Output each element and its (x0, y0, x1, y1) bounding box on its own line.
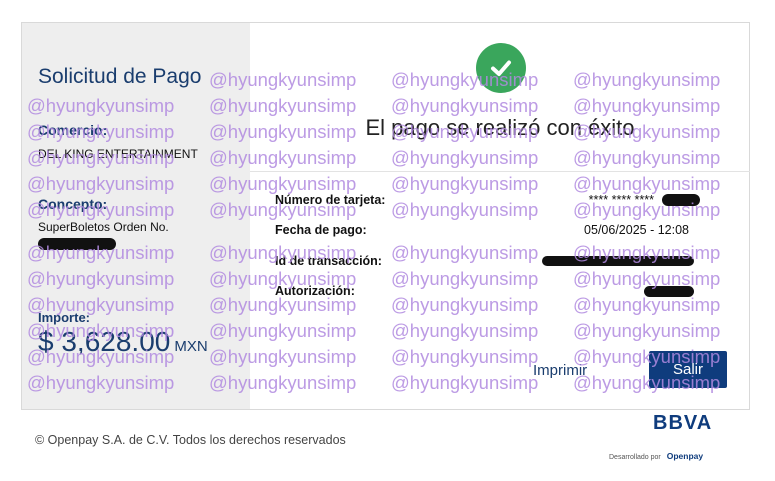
developed-by-label: Desarrollado por (609, 454, 661, 461)
authorization-label: Autorización: (275, 284, 355, 298)
redacted-transaction-id (542, 256, 694, 266)
exit-button[interactable]: Salir (649, 351, 727, 388)
redacted-order-number (38, 238, 116, 250)
print-button[interactable]: Imprimir (533, 362, 587, 379)
amount-display: $ 3,628.00 MXN (38, 326, 208, 358)
transaction-id-label: Id de transacción: (275, 254, 382, 268)
payment-card: Solicitud de Pago Comercio: DEL KING ENT… (21, 22, 750, 410)
payment-date-label: Fecha de pago: (275, 223, 367, 237)
bbva-logo: BBVA (653, 412, 713, 434)
copyright-text: © Openpay S.A. de C.V. Todos los derecho… (35, 433, 346, 447)
amount-label: Importe: (38, 310, 90, 325)
card-number-value: **** **** **** (588, 193, 654, 207)
redacted-authorization (644, 286, 694, 297)
developed-by: Desarrollado por Openpay (609, 451, 703, 461)
concept-label: Concepto: (38, 196, 108, 212)
card-number-label: Número de tarjeta: (275, 193, 386, 207)
openpay-logo: Openpay (666, 451, 704, 461)
amount-value: $ 3,628.00 (38, 326, 171, 357)
check-circle-icon (476, 43, 526, 93)
page-title: Solicitud de Pago (38, 65, 202, 88)
merchant-value: DEL KING ENTERTAINMENT (38, 147, 198, 161)
payment-date-value: 05/06/2025 - 12:08 (584, 223, 689, 237)
merchant-label: Comercio: (38, 122, 108, 138)
payment-request-panel: Solicitud de Pago Comercio: DEL KING ENT… (22, 23, 250, 409)
amount-currency: MXN (174, 338, 208, 355)
divider (250, 171, 750, 172)
concept-value: SuperBoletos Orden No. (38, 220, 169, 234)
redacted-card-digits (662, 194, 700, 206)
success-heading: El pago se realizó con éxito (365, 115, 635, 140)
